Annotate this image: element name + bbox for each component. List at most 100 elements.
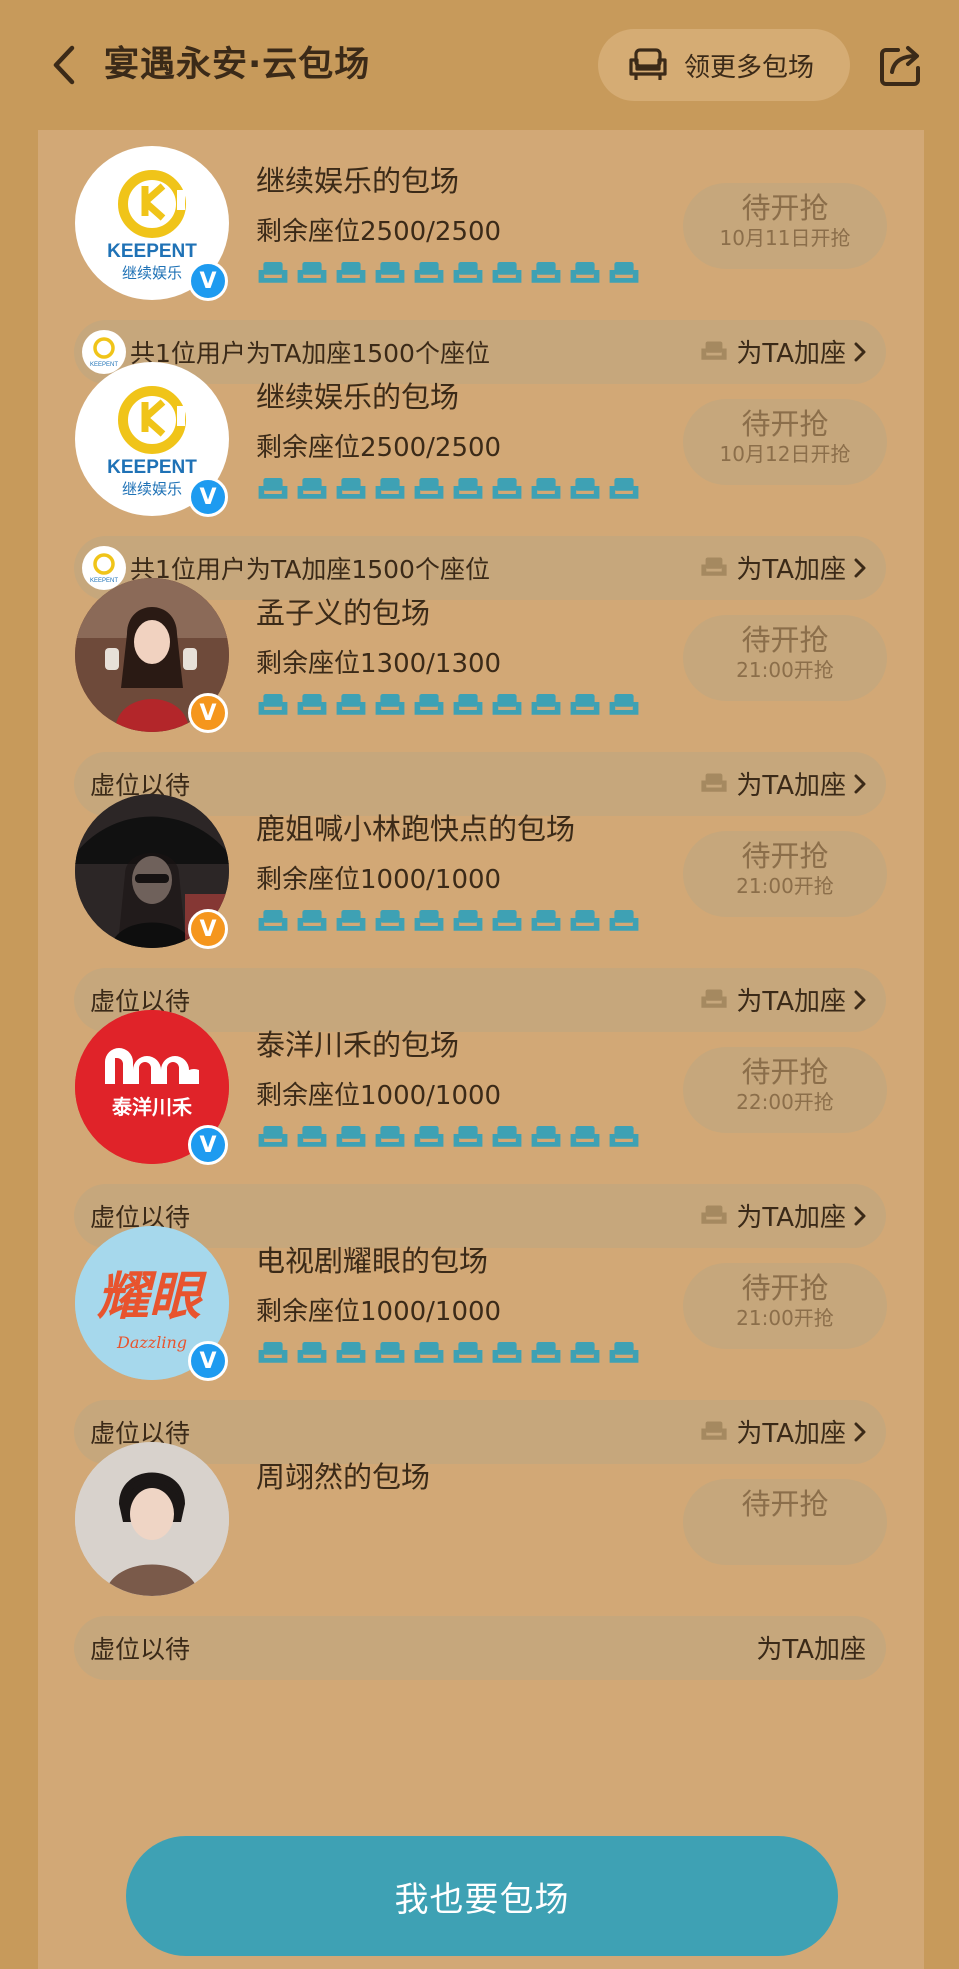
seat-icon [570, 1126, 600, 1147]
svg-text:KEEPENT: KEEPENT [107, 457, 197, 478]
seat-icon [297, 478, 327, 499]
grab-button-label: 待开抢 [741, 623, 829, 657]
grab-button-label: 待开抢 [741, 839, 829, 873]
card-title: 孟子义的包场 [256, 596, 431, 630]
grab-button[interactable]: 待开抢 10月11日开抢 [683, 183, 887, 269]
verified-badge-icon: V [188, 693, 228, 733]
svg-text:Dazzling: Dazzling [116, 1333, 187, 1352]
seat-icon [375, 1126, 405, 1147]
grab-button[interactable]: 待开抢 22:00开抢 [683, 1047, 887, 1133]
seat-icon [414, 478, 444, 499]
seat-icon [492, 910, 522, 931]
seat-icon [570, 262, 600, 283]
seat-icon [531, 694, 561, 715]
seat-icons [257, 258, 640, 290]
card-title: 泰洋川禾的包场 [256, 1028, 460, 1062]
seat-icon [414, 694, 444, 715]
grab-start-time: 10月11日开抢 [719, 226, 851, 250]
person-photo [75, 1442, 229, 1596]
more-screenings-label: 领更多包场 [684, 52, 815, 83]
grab-button-label: 待开抢 [741, 191, 829, 225]
supporters-bar: 虚位以待 为TA加座 [74, 1616, 886, 1680]
grab-button[interactable]: 待开抢 21:00开抢 [683, 1263, 887, 1349]
grab-start-time: 21:00开抢 [736, 658, 834, 682]
seat-icon [336, 694, 366, 715]
grab-button[interactable]: 待开抢 21:00开抢 [683, 831, 887, 917]
seat-icon [336, 262, 366, 283]
seat-icon [453, 1342, 483, 1363]
verified-badge-icon: V [188, 261, 228, 301]
seat-icon [531, 478, 561, 499]
seat-icon [453, 910, 483, 931]
seat-icon [570, 694, 600, 715]
card-title: 鹿姐喊小林跑快点的包场 [256, 812, 576, 846]
screening-card[interactable]: 周翊然的包场 待开抢 虚位以待 为TA加座 [38, 1426, 924, 1698]
seat-icon [453, 262, 483, 283]
card-title: 继续娱乐的包场 [256, 164, 460, 198]
share-icon[interactable] [878, 44, 924, 88]
grab-start-time: 10月12日开抢 [719, 442, 851, 466]
grab-start-time: 21:00开抢 [736, 874, 834, 898]
sofa-icon [629, 48, 667, 80]
seat-icon [258, 694, 288, 715]
seats-remaining: 剩余座位1000/1000 [256, 865, 502, 895]
grab-button[interactable]: 待开抢 10月12日开抢 [683, 399, 887, 485]
card-title: 周翊然的包场 [256, 1460, 431, 1494]
seat-icon [336, 478, 366, 499]
svg-text:继续娱乐: 继续娱乐 [122, 264, 182, 282]
seat-icon [258, 262, 288, 283]
create-screening-button[interactable]: 我也要包场 [126, 1836, 838, 1956]
verified-badge-icon: V [188, 477, 228, 517]
verified-badge-icon: V [188, 1125, 228, 1165]
seat-icon [258, 478, 288, 499]
seat-icon [297, 262, 327, 283]
seat-icon [375, 910, 405, 931]
grab-button[interactable]: 待开抢 [683, 1479, 887, 1565]
svg-text:继续娱乐: 继续娱乐 [122, 480, 182, 498]
seat-icon [375, 262, 405, 283]
seat-icon [258, 1126, 288, 1147]
verified-badge-icon: V [188, 909, 228, 949]
seat-icon [297, 1126, 327, 1147]
card-title: 继续娱乐的包场 [256, 380, 460, 414]
seats-remaining: 剩余座位2500/2500 [256, 217, 502, 247]
seat-icons [257, 474, 640, 506]
grab-button-label: 待开抢 [741, 1055, 829, 1089]
seat-icon [531, 910, 561, 931]
seat-icon [531, 1342, 561, 1363]
page-title: 宴遇永安·云包场 [104, 45, 371, 85]
grab-button-label: 待开抢 [741, 1487, 829, 1521]
seat-icon [336, 910, 366, 931]
seats-remaining: 剩余座位1300/1300 [256, 649, 502, 679]
seat-icon [453, 694, 483, 715]
seats-remaining: 剩余座位1000/1000 [256, 1081, 502, 1111]
seat-icons [257, 690, 640, 722]
seat-icons [257, 906, 640, 938]
add-seat-button[interactable]: 为TA加座 [756, 1629, 866, 1666]
seat-icon [414, 1126, 444, 1147]
more-screenings-button[interactable]: 领更多包场 [598, 29, 850, 101]
seat-icon [531, 262, 561, 283]
seat-icon [375, 478, 405, 499]
header-bar: 宴遇永安·云包场 领更多包场 [0, 0, 959, 130]
seat-icon [297, 1342, 327, 1363]
seat-icon [453, 1126, 483, 1147]
seat-icon [492, 694, 522, 715]
seats-remaining: 剩余座位2500/2500 [256, 433, 502, 463]
seat-icon [336, 1126, 366, 1147]
seat-icon [453, 478, 483, 499]
back-arrow-icon[interactable] [46, 40, 86, 90]
grab-button[interactable]: 待开抢 21:00开抢 [683, 615, 887, 701]
seat-icon [531, 1126, 561, 1147]
grab-start-time: 22:00开抢 [736, 1090, 834, 1114]
seat-icon [414, 1342, 444, 1363]
seats-remaining: 剩余座位1000/1000 [256, 1297, 502, 1327]
seat-icon [609, 694, 639, 715]
seat-icon [375, 694, 405, 715]
seat-icon [414, 262, 444, 283]
seat-icon [492, 1126, 522, 1147]
verified-badge-icon: V [188, 1341, 228, 1381]
seat-icon [297, 694, 327, 715]
screening-list: KEEPENT 继续娱乐 V 继续娱乐的包场 剩余座位2500/2500 待开抢… [38, 130, 924, 1969]
seat-icon [609, 478, 639, 499]
